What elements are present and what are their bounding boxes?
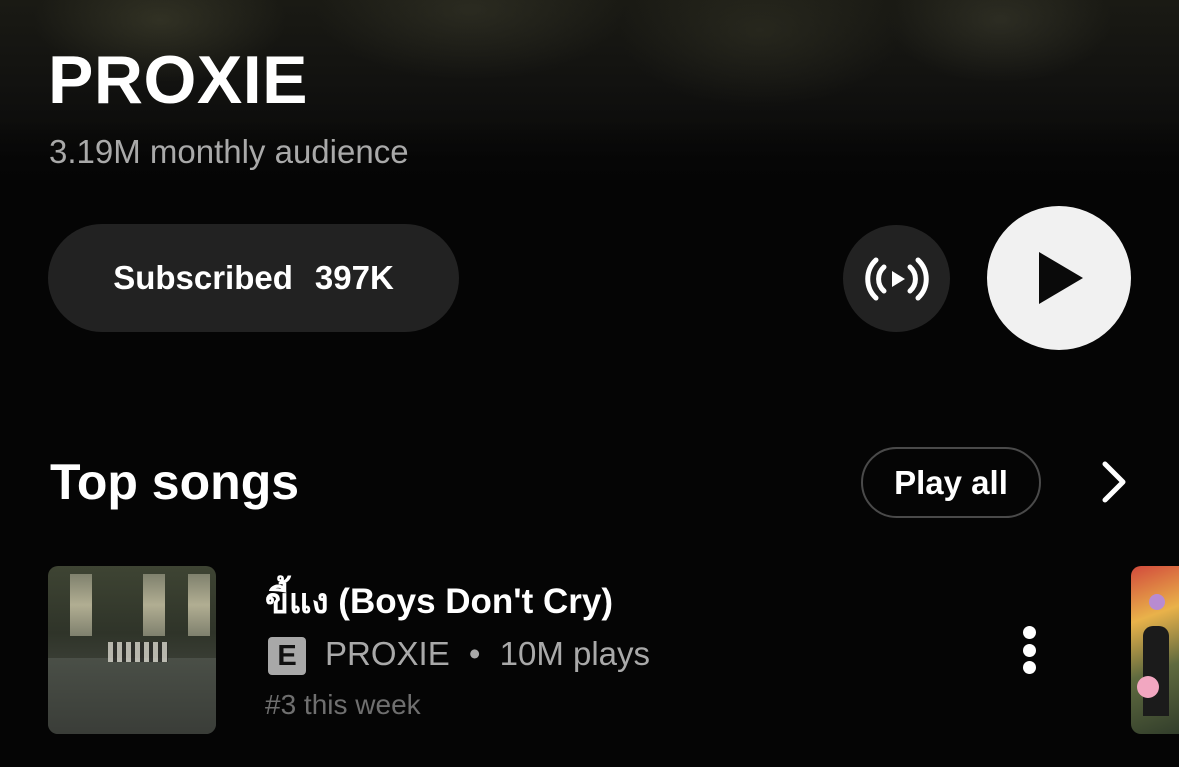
song-artist: PROXIE xyxy=(325,635,450,672)
artist-page: PROXIE 3.19M monthly audience Subscribed… xyxy=(0,0,1179,767)
monthly-audience: 3.19M monthly audience xyxy=(49,133,409,170)
thumbnail-floor xyxy=(48,658,216,734)
thumbnail-decoration xyxy=(1149,594,1165,610)
song-meta: PROXIE • 10M plays xyxy=(325,632,650,676)
play-button[interactable] xyxy=(987,206,1131,350)
thumbnail-window xyxy=(143,574,165,636)
chevron-right-icon[interactable] xyxy=(1090,458,1138,506)
song-plays: 10M plays xyxy=(499,635,651,672)
thumbnail-window xyxy=(188,574,210,636)
explicit-badge: E xyxy=(268,637,306,675)
top-songs-heading: Top songs xyxy=(50,454,300,510)
more-dot xyxy=(1022,643,1036,657)
next-song-thumbnail[interactable] xyxy=(1131,566,1179,734)
more-options-icon[interactable] xyxy=(1008,620,1050,680)
more-dot xyxy=(1022,661,1036,674)
artist-name: PROXIE xyxy=(48,42,308,118)
thumbnail-figures xyxy=(108,642,168,662)
subscriber-count: 397K xyxy=(314,259,394,296)
song-list-item[interactable]: ขี้แง (Boys Don't Cry) E PROXIE • 10M pl… xyxy=(0,560,1179,740)
radio-broadcast-icon xyxy=(864,257,929,300)
subscribe-button[interactable]: Subscribed 397K xyxy=(48,224,459,332)
song-title: ขี้แง (Boys Don't Cry) xyxy=(265,582,614,621)
thumbnail-window xyxy=(70,574,92,636)
song-thumbnail[interactable] xyxy=(48,566,216,734)
song-rank: #3 this week xyxy=(265,689,421,720)
more-dot xyxy=(1022,626,1036,639)
subscribe-label: Subscribed xyxy=(113,259,293,296)
meta-separator: • xyxy=(468,635,481,672)
thumbnail-decoration xyxy=(1137,676,1159,698)
radio-button[interactable] xyxy=(843,225,950,332)
play-icon xyxy=(1039,252,1083,304)
thumbnail-figure xyxy=(1143,626,1169,716)
play-all-button[interactable]: Play all xyxy=(861,447,1041,518)
